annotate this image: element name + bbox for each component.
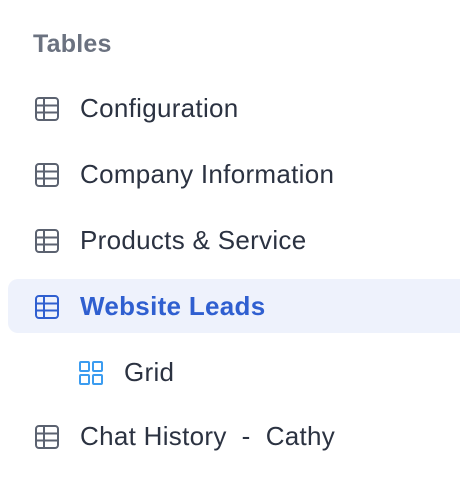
section-title-tables: Tables (33, 30, 112, 58)
sidebar-view-grid[interactable]: Grid (8, 345, 460, 399)
sidebar-view-label: Grid (124, 357, 175, 387)
sidebar-item-configuration[interactable]: Configuration (8, 81, 460, 135)
sidebar-item-label: Website Leads (80, 291, 266, 321)
tables-sidebar: Tables Configuration Company Information… (0, 0, 460, 492)
table-icon (35, 97, 59, 121)
sidebar-item-chat-history-cathy[interactable]: Chat History - Cathy (8, 409, 460, 463)
sidebar-item-label: Company Information (80, 159, 335, 189)
sidebar-item-website-leads[interactable]: Website Leads (8, 279, 460, 333)
sidebar-item-label: Products & Service (80, 225, 307, 255)
sidebar-item-products-service[interactable]: Products & Service (8, 213, 460, 267)
sidebar-item-label: Configuration (80, 93, 239, 123)
table-icon (35, 163, 59, 187)
grid-view-icon (79, 361, 103, 385)
table-icon (35, 425, 59, 449)
table-icon (35, 229, 59, 253)
sidebar-item-company-information[interactable]: Company Information (8, 147, 460, 201)
table-icon (35, 295, 59, 319)
sidebar-item-label: Chat History - Cathy (80, 421, 336, 451)
